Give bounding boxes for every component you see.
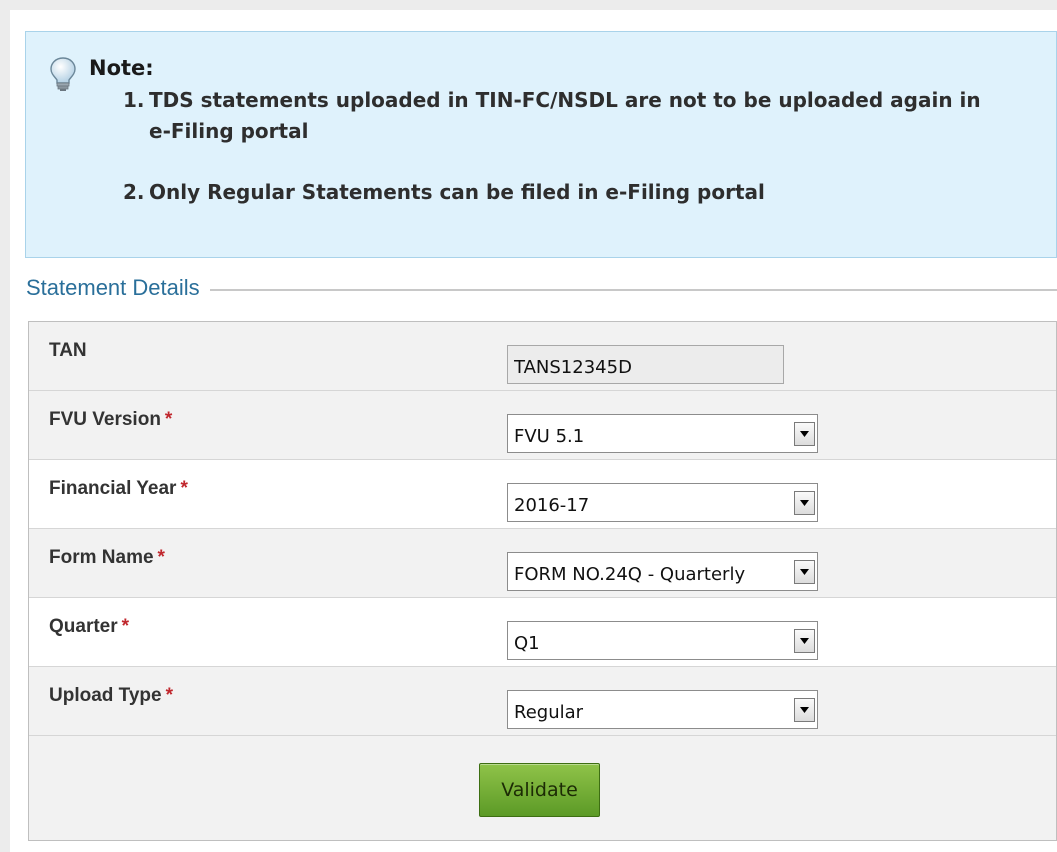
upload-type-select[interactable]: Regular xyxy=(507,690,818,729)
section-title: Statement Details xyxy=(26,275,200,300)
note-box: Note: 1. TDS statements uploaded in TIN-… xyxy=(25,31,1057,258)
lightbulb-icon xyxy=(50,57,76,91)
financial-year-value: 2016-17 xyxy=(514,495,590,516)
section-legend: Statement Details xyxy=(26,272,1057,304)
page: Note: 1. TDS statements uploaded in TIN-… xyxy=(10,10,1057,852)
fvu-version-select[interactable]: FVU 5.1 xyxy=(507,414,818,453)
dropdown-button[interactable] xyxy=(794,698,815,722)
financial-year-row: Financial Year * 2016-17 xyxy=(29,460,1056,529)
required-marker: * xyxy=(180,478,188,499)
note-title: Note: xyxy=(89,56,154,80)
form-name-select[interactable]: FORM NO.24Q - Quarterly xyxy=(507,552,818,591)
form-name-value: FORM NO.24Q - Quarterly xyxy=(514,564,746,585)
financial-year-select[interactable]: 2016-17 xyxy=(507,483,818,522)
fvu-version-value: FVU 5.1 xyxy=(514,426,585,447)
required-marker: * xyxy=(164,409,173,430)
dropdown-button[interactable] xyxy=(794,629,815,653)
fvu-version-row: FVU Version * FVU 5.1 xyxy=(29,391,1056,460)
upload-type-value: Regular xyxy=(514,702,584,723)
financial-year-label: Financial Year * xyxy=(49,478,188,499)
chevron-down-icon xyxy=(800,638,809,644)
tan-label: TAN xyxy=(49,340,87,361)
fvu-version-label: FVU Version * xyxy=(49,409,173,430)
upload-type-row: Upload Type * Regular xyxy=(29,667,1056,736)
chevron-down-icon xyxy=(800,500,809,506)
note-item-text: TDS statements uploaded in TIN-FC/NSDL a… xyxy=(149,88,981,143)
chevron-down-icon xyxy=(800,431,809,437)
dropdown-button[interactable] xyxy=(794,422,815,446)
statement-details-form: TAN TANS12345D FVU Version * FVU 5.1 Fina… xyxy=(28,321,1057,841)
required-marker: * xyxy=(157,547,165,568)
chevron-down-icon xyxy=(800,569,809,575)
upload-type-label: Upload Type * xyxy=(49,685,174,706)
quarter-value: Q1 xyxy=(514,633,540,654)
tan-value: TANS12345D xyxy=(514,357,632,378)
dropdown-button[interactable] xyxy=(794,560,815,584)
note-item-number: 2. xyxy=(123,180,145,204)
note-item: 1. TDS statements uploaded in TIN-FC/NSD… xyxy=(123,85,1003,147)
note-item: 2. Only Regular Statements can be filed … xyxy=(123,177,1003,208)
validate-button[interactable]: Validate xyxy=(479,763,600,817)
note-item-text: Only Regular Statements can be filed in … xyxy=(149,180,765,204)
dropdown-button[interactable] xyxy=(794,491,815,515)
note-item-number: 1. xyxy=(123,88,145,112)
form-name-label: Form Name * xyxy=(49,547,165,568)
form-name-row: Form Name * FORM NO.24Q - Quarterly xyxy=(29,529,1056,598)
quarter-row: Quarter * Q1 xyxy=(29,598,1056,667)
legend-divider xyxy=(209,289,1057,291)
chevron-down-icon xyxy=(800,707,809,713)
tan-field: TANS12345D xyxy=(507,345,784,384)
tan-row: TAN TANS12345D xyxy=(29,322,1056,391)
required-marker: * xyxy=(121,616,130,637)
quarter-select[interactable]: Q1 xyxy=(507,621,818,660)
quarter-label: Quarter * xyxy=(49,616,130,637)
required-marker: * xyxy=(165,685,174,706)
